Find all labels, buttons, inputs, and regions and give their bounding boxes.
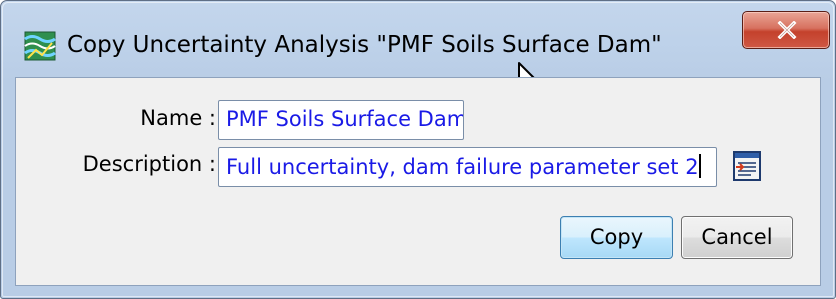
cancel-button[interactable]: Cancel (681, 216, 793, 259)
name-value: PMF Soils Surface Dam2 (226, 107, 464, 131)
window-title: Copy Uncertainty Analysis "PMF Soils Sur… (67, 32, 662, 58)
dialog-content: Name : PMF Soils Surface Dam2 Descriptio… (15, 77, 821, 286)
text-editor-icon (733, 151, 761, 181)
title-bar[interactable]: Copy Uncertainty Analysis "PMF Soils Sur… (1, 1, 835, 77)
name-input[interactable]: PMF Soils Surface Dam2 (218, 100, 464, 140)
name-label: Name : (140, 106, 216, 130)
uncertainty-analysis-icon (24, 31, 56, 61)
close-icon (777, 21, 797, 39)
copy-dialog-window: Copy Uncertainty Analysis "PMF Soils Sur… (0, 0, 836, 299)
close-button[interactable] (742, 11, 830, 49)
text-caret (698, 154, 701, 178)
description-label: Description : (82, 152, 216, 176)
description-value: Full uncertainty, dam failure parameter … (226, 155, 699, 179)
text-editor-button[interactable] (733, 151, 761, 181)
copy-button[interactable]: Copy (560, 216, 673, 259)
description-input[interactable]: Full uncertainty, dam failure parameter … (218, 147, 717, 187)
